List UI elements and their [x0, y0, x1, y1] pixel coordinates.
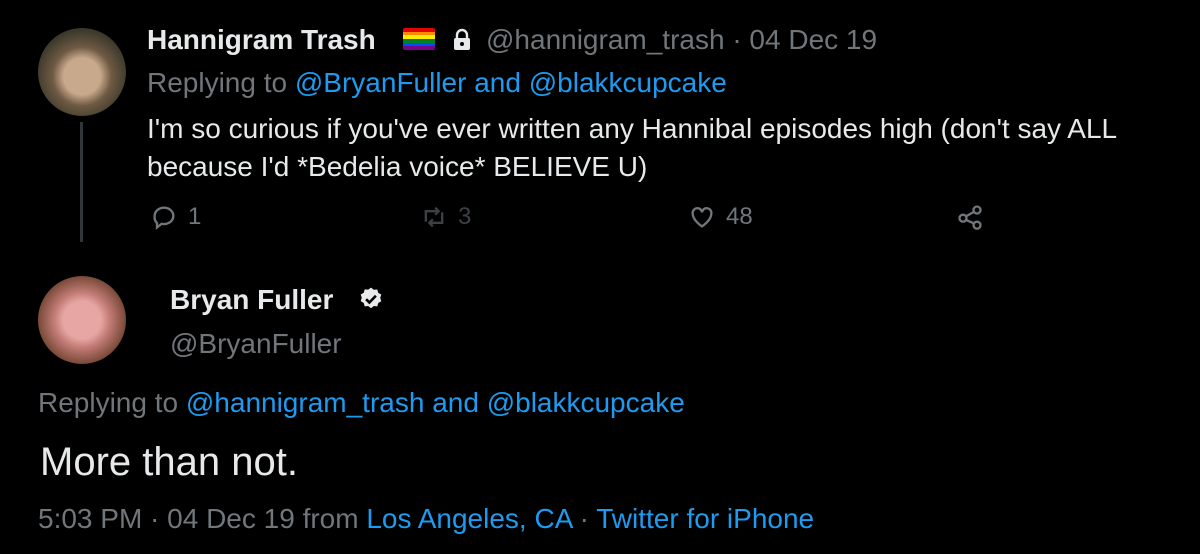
replying-to-label: Replying to: [38, 387, 186, 418]
replying-to-links[interactable]: @BryanFuller and @blakkcupcake: [295, 67, 727, 98]
retweet-icon: [424, 206, 444, 228]
verified-icon: [360, 287, 382, 309]
like-button[interactable]: 48: [688, 203, 753, 231]
tweet1-handle-date[interactable]: @hannigram_trash · 04 Dec 19: [486, 24, 877, 56]
tweet1-text: I'm so curious if you've ever written an…: [147, 113, 1117, 182]
tweet1-display-name[interactable]: Hannigram Trash: [147, 24, 376, 56]
replying-to-label: Replying to: [147, 67, 295, 98]
retweet-count: 3: [458, 203, 472, 230]
separator: ·: [571, 503, 597, 534]
location-link[interactable]: Los Angeles, CA: [366, 503, 571, 534]
timestamp[interactable]: 5:03 PM · 04 Dec 19 from: [38, 503, 366, 534]
tweet2-handle[interactable]: @BryanFuller: [170, 328, 342, 360]
avatar-hannigram-trash[interactable]: [38, 28, 126, 116]
reply-count: 1: [188, 203, 202, 230]
retweet-button[interactable]: 3: [420, 203, 471, 231]
avatar-bryan-fuller[interactable]: [38, 276, 126, 364]
like-count: 48: [726, 203, 753, 230]
reply-button[interactable]: 1: [150, 203, 201, 231]
tweet2-display-name[interactable]: Bryan Fuller: [170, 284, 333, 316]
tweet1-replying-to: Replying to @BryanFuller and @blakkcupca…: [147, 67, 727, 99]
share-icon: [958, 205, 982, 230]
lock-icon: [454, 28, 470, 50]
replying-to-links[interactable]: @hannigram_trash and @blakkcupcake: [186, 387, 685, 418]
source-link[interactable]: Twitter for iPhone: [596, 503, 814, 534]
thread-connector-line: [80, 122, 83, 242]
tweet2-text: More than not.: [40, 440, 298, 484]
share-button[interactable]: [956, 203, 994, 231]
reply-icon: [153, 206, 175, 230]
tweet2-metadata: 5:03 PM · 04 Dec 19 from Los Angeles, CA…: [38, 503, 814, 535]
tweet2-replying-to: Replying to @hannigram_trash and @blakkc…: [38, 387, 685, 419]
pride-flag-icon: [403, 28, 435, 50]
like-icon: [691, 207, 713, 228]
